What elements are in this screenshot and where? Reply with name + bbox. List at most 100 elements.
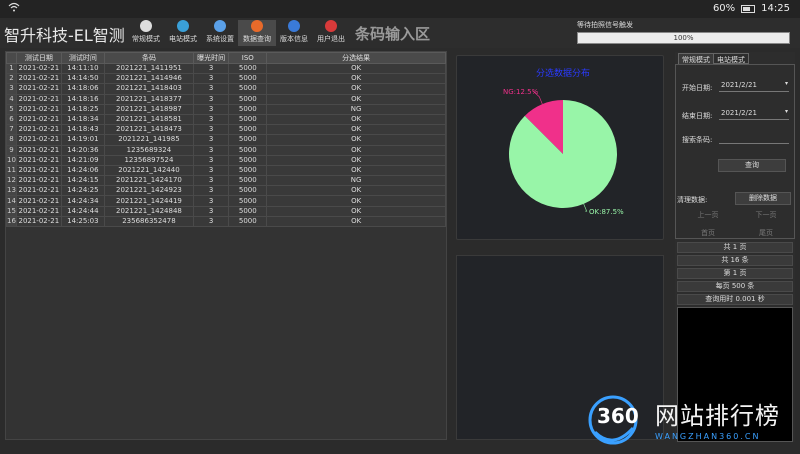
table-cell: 2021-02-21 <box>15 83 62 95</box>
table-cell: 5000 <box>228 103 268 115</box>
tab-plant-mode[interactable]: 电站模式 <box>713 53 749 64</box>
chevron-down-icon: ▾ <box>784 80 788 87</box>
column-header[interactable]: 测试时间 <box>60 52 106 64</box>
nav-button-1[interactable]: 电站模式 <box>164 20 202 46</box>
table-cell: 2021-02-21 <box>15 164 62 177</box>
table-cell: 14:24:25 <box>60 185 106 197</box>
column-header[interactable]: 曝光时间 <box>192 52 230 64</box>
results-table-panel: 测试日期 测试时间 条码 曝光时间 ISO 分选结果 1 2021-02-21 14:11:1… <box>5 51 447 440</box>
table-row[interactable]: 12 2021-02-21 14:24:15 2021221_1424170 3 5000… <box>6 175 446 187</box>
column-header[interactable]: 测试日期 <box>15 52 62 64</box>
last-page-button[interactable]: 尾页 <box>751 228 781 238</box>
column-header[interactable]: ISO <box>228 52 268 64</box>
table-row[interactable]: 9 2021-02-21 14:20:36 1235689324 3 5000 OK <box>6 144 446 156</box>
next-page-button[interactable]: 下一页 <box>751 210 781 220</box>
table-row[interactable]: 15 2021-02-21 14:24:44 2021221_1424848 3 5000… <box>6 205 446 217</box>
nav-label: 常规模式 <box>132 35 160 43</box>
table-row[interactable]: 7 2021-02-21 14:18:43 2021221_1418473 3 5000 O… <box>6 124 446 136</box>
column-header[interactable]: 条码 <box>104 52 194 64</box>
delete-data-button[interactable]: 删除数据 <box>735 192 791 205</box>
table-cell: 2 <box>6 73 17 85</box>
column-header[interactable]: 分选结果 <box>266 52 446 64</box>
pie-chart: 分选数据分布 NG:12.5% OK:87.5% <box>503 67 624 216</box>
first-page-button[interactable]: 首页 <box>693 228 723 238</box>
pie-leader-line <box>583 203 588 212</box>
nav-button-2[interactable]: 系统设置 <box>201 20 239 46</box>
table-cell: 5000 <box>228 205 268 217</box>
table-cell: 2021-02-21 <box>15 103 62 115</box>
nav-button-0[interactable]: 常规模式 <box>127 20 165 46</box>
table-cell: OK <box>266 195 446 207</box>
table-cell: 2021221_1411951 <box>104 62 194 75</box>
table-cell: 14:20:36 <box>60 144 106 156</box>
table-cell: 14:14:50 <box>60 73 106 85</box>
table-cell: 3 <box>192 113 230 126</box>
table-row[interactable]: 4 2021-02-21 14:18:16 2021221_1418377 3 5000 O… <box>6 93 446 105</box>
table-row[interactable]: 16 2021-02-21 14:25:03 235686352478 3 5000 OK <box>6 215 446 228</box>
tab-normal-mode[interactable]: 常规模式 <box>678 53 714 64</box>
clock: 14:25 <box>761 3 790 14</box>
end-date-field[interactable]: 2021/2/21 ▾ <box>719 107 789 120</box>
page-size: 每页 500 条 <box>677 281 793 292</box>
nav-button-3[interactable]: 数据查询 <box>238 20 276 46</box>
table-row[interactable]: 13 2021-02-21 14:24:25 2021221_1424923 3 5000… <box>6 185 446 197</box>
table-cell: 5000 <box>228 215 268 228</box>
prev-page-button[interactable]: 上一页 <box>693 210 723 220</box>
table-row[interactable]: 14 2021-02-21 14:24:34 2021221_1424419 3 5000… <box>6 195 446 207</box>
nav-label: 用户退出 <box>317 35 345 43</box>
table-row[interactable]: 10 2021-02-21 14:21:09 12356897524 3 5000 OK <box>6 154 446 166</box>
battery-icon <box>741 4 756 13</box>
table-cell: 2021221_1418473 <box>104 124 194 136</box>
table-cell: 14:24:34 <box>60 195 106 207</box>
table-row[interactable]: 2 2021-02-21 14:14:50 2021221_1414946 3 5000 O… <box>6 73 446 85</box>
query-panel: 常规模式 电站模式 开始日期: 2021/2/21 ▾ 结束日期: 2021/2… <box>675 52 795 442</box>
gear-icon <box>214 20 226 32</box>
table-cell: 9 <box>6 144 17 156</box>
chart-icon <box>251 20 263 32</box>
table-cell: OK <box>266 73 446 85</box>
nav-label: 电站模式 <box>169 35 197 43</box>
barcode-zone-label: 条码输入区 <box>355 25 431 43</box>
nav-button-4[interactable]: 版本信息 <box>275 20 313 46</box>
table-cell: 5000 <box>228 62 268 75</box>
table-cell: 14:18:16 <box>60 93 106 105</box>
table-cell: 2021221_141985 <box>104 134 194 146</box>
table-row[interactable]: 5 2021-02-21 14:18:25 2021221_1418987 3 5000 N… <box>6 103 446 115</box>
table-cell: 2021221_1418377 <box>104 93 194 105</box>
table-row[interactable]: 6 2021-02-21 14:18:34 2021221_1418581 3 5000 O… <box>6 113 446 126</box>
column-header[interactable] <box>6 52 17 64</box>
table-cell: 6 <box>6 113 17 126</box>
query-button[interactable]: 查询 <box>718 159 786 172</box>
table-row[interactable]: 11 2021-02-21 14:24:06 2021221_142440 3 5000 O… <box>6 164 446 177</box>
nav-label: 版本信息 <box>280 35 308 43</box>
table-row[interactable]: 3 2021-02-21 14:18:06 2021221_1418403 3 5000 O… <box>6 83 446 95</box>
table-cell: 5000 <box>228 113 268 126</box>
table-cell: 3 <box>192 164 230 177</box>
barcode-search-input[interactable] <box>719 131 789 144</box>
watermark-logo: 360 网站排行榜 WANGZHAN360.CN <box>585 392 800 450</box>
table-cell: 14:18:06 <box>60 83 106 95</box>
table-cell: 5000 <box>228 144 268 156</box>
table-cell: 2021-02-21 <box>15 113 62 126</box>
table-cell: 2021221_1424170 <box>104 175 194 187</box>
camera-icon <box>140 20 152 32</box>
table-row[interactable]: 1 2021-02-21 14:11:10 2021221_1411951 3 5000 O… <box>6 62 446 75</box>
power-icon <box>325 20 337 32</box>
table-cell: 2021221_1424848 <box>104 205 194 217</box>
table-cell: 16 <box>6 215 17 228</box>
nav-button-5[interactable]: 用户退出 <box>312 20 350 46</box>
table-cell: 14:24:15 <box>60 175 106 187</box>
table-cell: 14:18:25 <box>60 103 106 115</box>
watermark-url: WANGZHAN360.CN <box>655 432 761 441</box>
table-row[interactable]: 8 2021-02-21 14:19:01 2021221_141985 3 5000 OK <box>6 134 446 146</box>
table-cell: 5000 <box>228 93 268 105</box>
start-date-field[interactable]: 2021/2/21 ▾ <box>719 79 789 92</box>
table-cell: 2021-02-21 <box>15 93 62 105</box>
person-icon <box>288 20 300 32</box>
table-cell: 2021-02-21 <box>15 154 62 166</box>
table-cell: 3 <box>192 124 230 136</box>
table-cell: OK <box>266 215 446 228</box>
table-cell: OK <box>266 113 446 126</box>
table-cell: 14:11:10 <box>60 62 106 75</box>
table-cell: NG <box>266 175 446 187</box>
